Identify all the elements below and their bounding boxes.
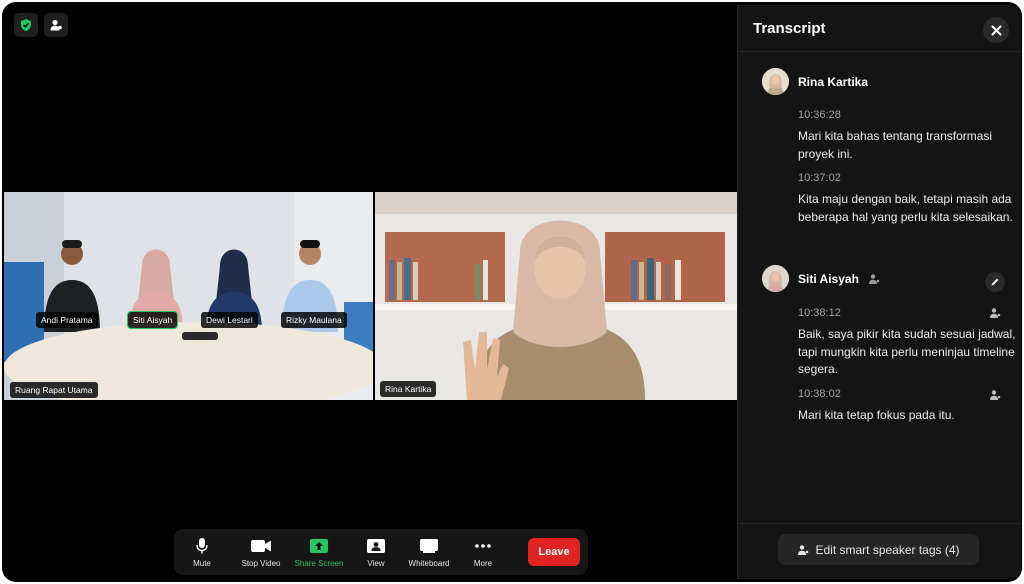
- participant-tag: Dewi Lestari: [201, 312, 258, 328]
- transcript-entry: 10:36:28 Mari kita bahas tentang transfo…: [798, 109, 1018, 163]
- person-tag-icon: [798, 544, 809, 555]
- speaker-tag-button[interactable]: [987, 387, 1003, 403]
- transcript-text: Mari kita bahas tentang transformasi pro…: [798, 129, 993, 161]
- rina-video-feed: [375, 192, 737, 400]
- timestamp: 10:36:28: [798, 109, 841, 121]
- person-tag-icon: [990, 308, 1001, 318]
- transcript-panel: Transcript Rina Kartika 10:36:28 Mari ki…: [737, 5, 1021, 579]
- edit-speaker-button[interactable]: [985, 272, 1005, 292]
- view-icon: [366, 536, 386, 556]
- transcript-text: Baik, saya pikir kita sudah sesuai jadwa…: [798, 327, 1016, 376]
- transcript-entry: 10:37:02 Kita maju dengan baik, tetapi m…: [798, 172, 1018, 226]
- transcript-title: Transcript: [753, 20, 826, 37]
- participant-tag-active: Siti Aisyah: [126, 311, 179, 329]
- speaker-name: Rina Kartika: [798, 74, 869, 89]
- video-tile-room[interactable]: Andi Pratama Siti Aisyah Dewi Lestari Ri…: [4, 192, 373, 400]
- participant-tag: Andi Pratama: [36, 312, 98, 328]
- edit-speaker-tags-label: Edit smart speaker tags (4): [815, 542, 960, 557]
- pencil-icon: [991, 278, 999, 286]
- share-screen-button[interactable]: Share Screen: [292, 532, 346, 572]
- edit-speaker-tags-button[interactable]: Edit smart speaker tags (4): [778, 534, 979, 565]
- leave-button[interactable]: Leave: [528, 538, 580, 566]
- tile-label: Ruang Rapat Utama: [10, 382, 98, 398]
- speaker-name: Siti Aisyah: [798, 271, 859, 286]
- speaker-header: Siti Aisyah: [762, 265, 880, 292]
- close-button[interactable]: [983, 17, 1009, 43]
- person-tag-icon: [990, 390, 1001, 400]
- speaker-header: Rina Kartika: [762, 68, 868, 95]
- timestamp: 10:38:12: [798, 307, 841, 319]
- video-camera-icon: [250, 536, 272, 556]
- tile-label: Rina Kartika: [380, 381, 437, 397]
- speaker-tag-icon: [868, 273, 880, 284]
- room-video-feed: [4, 192, 373, 400]
- meeting-window: Andi Pratama Siti Aisyah Dewi Lestari Ri…: [2, 2, 1022, 582]
- more-label: More: [473, 559, 493, 568]
- share-screen-icon: [309, 536, 329, 556]
- stop-video-button[interactable]: Stop Video: [234, 532, 288, 572]
- whiteboard-icon: [419, 536, 439, 556]
- whiteboard-button[interactable]: Whiteboard: [402, 532, 456, 572]
- top-left-icons: [14, 13, 68, 37]
- meeting-toolbar: Mute Stop Video Share Screen View Whiteb…: [174, 529, 588, 575]
- view-label: View: [367, 559, 385, 568]
- participant-icon[interactable]: [44, 13, 68, 37]
- transcript-entry: 10:38:02 Mari kita tetap fokus pada itu.: [798, 388, 1018, 425]
- more-button[interactable]: More: [466, 532, 500, 572]
- stop-video-label: Stop Video: [241, 559, 281, 568]
- speaker-tag-button[interactable]: [987, 305, 1003, 321]
- timestamp: 10:38:02: [798, 388, 841, 400]
- mute-button[interactable]: Mute: [186, 532, 218, 572]
- avatar: [762, 265, 789, 292]
- timestamp: 10:37:02: [798, 172, 841, 184]
- whiteboard-label: Whiteboard: [408, 559, 450, 568]
- avatar: [762, 68, 789, 95]
- transcript-entry: 10:38:12 Baik, saya pikir kita sudah ses…: [798, 307, 1018, 379]
- more-dots-icon: [474, 536, 492, 556]
- participant-tag: Rizky Maulana: [281, 312, 347, 328]
- view-button[interactable]: View: [356, 532, 396, 572]
- divider: [738, 523, 1021, 524]
- transcript-text: Kita maju dengan baik, tetapi masih ada …: [798, 192, 1013, 224]
- video-tile-rina[interactable]: Rina Kartika: [375, 192, 737, 400]
- share-screen-label: Share Screen: [294, 559, 344, 568]
- close-icon: [991, 25, 1001, 35]
- shield-check-icon[interactable]: [14, 13, 38, 37]
- microphone-icon: [195, 536, 209, 556]
- divider: [738, 51, 1021, 52]
- mute-label: Mute: [193, 559, 211, 568]
- transcript-text: Mari kita tetap fokus pada itu.: [798, 408, 955, 422]
